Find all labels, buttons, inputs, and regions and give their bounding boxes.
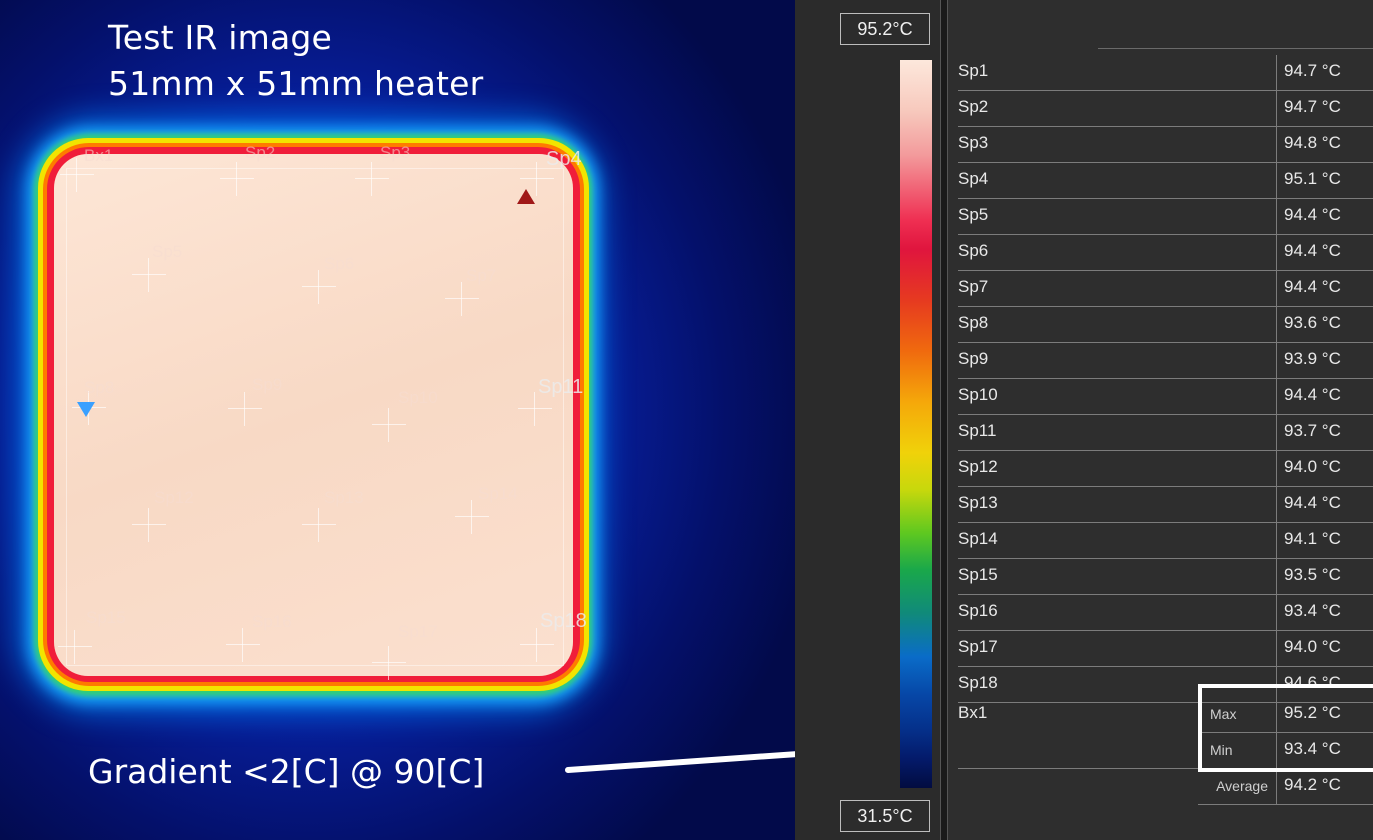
spot-value: 94.4 °C xyxy=(1284,277,1341,296)
column-separator xyxy=(1276,343,1277,379)
row-line xyxy=(1198,804,1373,805)
table-row[interactable]: Sp15 93.5 °C xyxy=(958,559,1373,595)
box-average-value: 94.2 °C xyxy=(1284,775,1341,794)
table-row[interactable]: Sp3 94.8 °C xyxy=(958,127,1373,163)
table-row[interactable]: Sp9 93.9 °C xyxy=(958,343,1373,379)
table-row[interactable]: Sp17 94.0 °C xyxy=(958,631,1373,667)
spot-value: 93.5 °C xyxy=(1284,565,1341,584)
table-row[interactable]: Sp12 94.0 °C xyxy=(958,451,1373,487)
column-separator xyxy=(1276,199,1277,235)
spot-name: Sp2 xyxy=(958,97,989,116)
spot-name: Sp6 xyxy=(958,241,989,260)
min-max-highlight-box xyxy=(1198,684,1373,772)
scale-max-value[interactable]: 95.2°C xyxy=(840,13,930,45)
column-separator xyxy=(1276,769,1277,805)
spot-name: Sp10 xyxy=(958,385,998,404)
spot-value: 93.7 °C xyxy=(1284,421,1341,440)
box-average-row[interactable]: Average 94.2 °C xyxy=(958,769,1373,805)
table-row[interactable]: Sp14 94.1 °C xyxy=(958,523,1373,559)
table-row[interactable]: Sp16 93.4 °C xyxy=(958,595,1373,631)
spot-name: Sp15 xyxy=(958,565,998,584)
panel-divider[interactable] xyxy=(940,0,948,840)
column-separator xyxy=(1276,487,1277,523)
table-row[interactable]: Sp13 94.4 °C xyxy=(958,487,1373,523)
table-row[interactable]: Sp7 94.4 °C xyxy=(958,271,1373,307)
column-separator xyxy=(1276,91,1277,127)
spot-name: Sp14 xyxy=(958,529,998,548)
color-scale-bar xyxy=(900,60,932,788)
column-separator xyxy=(1276,631,1277,667)
column-separator xyxy=(1276,415,1277,451)
column-separator xyxy=(1276,595,1277,631)
column-separator xyxy=(1276,55,1277,91)
spot-name: Sp1 xyxy=(958,61,989,80)
table-row[interactable]: Sp8 93.6 °C xyxy=(958,307,1373,343)
spot-name: Sp12 xyxy=(958,457,998,476)
table-header-line xyxy=(1098,48,1373,49)
spot-name: Sp5 xyxy=(958,205,989,224)
spot-value: 94.4 °C xyxy=(1284,385,1341,404)
spot-name: Sp17 xyxy=(958,637,998,656)
column-separator xyxy=(1276,379,1277,415)
spot-value: 94.4 °C xyxy=(1284,205,1341,224)
table-row[interactable]: Sp11 93.7 °C xyxy=(958,415,1373,451)
spot-value: 94.8 °C xyxy=(1284,133,1341,152)
spot-value: 95.1 °C xyxy=(1284,169,1341,188)
column-separator xyxy=(1276,271,1277,307)
spot-name: Sp7 xyxy=(958,277,989,296)
spot-value: 94.7 °C xyxy=(1284,61,1341,80)
spot-value: 93.9 °C xyxy=(1284,349,1341,368)
table-row[interactable]: Sp6 94.4 °C xyxy=(958,235,1373,271)
temperature-scale-panel: 95.2°C 31.5°C xyxy=(795,0,940,840)
spot-value: 94.0 °C xyxy=(1284,637,1341,656)
table-row[interactable]: Sp10 94.4 °C xyxy=(958,379,1373,415)
scale-min-value[interactable]: 31.5°C xyxy=(840,800,930,832)
column-separator xyxy=(1276,235,1277,271)
spot-value: 94.0 °C xyxy=(1284,457,1341,476)
spot-name: Sp16 xyxy=(958,601,998,620)
spot-name: Sp9 xyxy=(958,349,989,368)
spot-name: Sp18 xyxy=(958,673,998,692)
table-row[interactable]: Sp4 95.1 °C xyxy=(958,163,1373,199)
spot-value: 94.1 °C xyxy=(1284,529,1341,548)
column-separator xyxy=(1276,523,1277,559)
table-row[interactable]: Sp2 94.7 °C xyxy=(958,91,1373,127)
column-separator xyxy=(1276,163,1277,199)
spot-name: Sp3 xyxy=(958,133,989,152)
column-separator xyxy=(1276,559,1277,595)
table-row[interactable]: Sp1 94.7 °C xyxy=(958,55,1373,91)
spot-name: Sp13 xyxy=(958,493,998,512)
box-average-label: Average xyxy=(1216,778,1268,794)
spot-value: 93.6 °C xyxy=(1284,313,1341,332)
spot-value: 94.7 °C xyxy=(1284,97,1341,116)
spot-name: Sp8 xyxy=(958,313,989,332)
spot-name: Sp11 xyxy=(958,421,997,440)
table-row[interactable]: Sp5 94.4 °C xyxy=(958,199,1373,235)
column-separator xyxy=(1276,307,1277,343)
column-separator xyxy=(1276,127,1277,163)
spot-value: 93.4 °C xyxy=(1284,601,1341,620)
spot-value: 94.4 °C xyxy=(1284,493,1341,512)
spot-value: 94.4 °C xyxy=(1284,241,1341,260)
spot-name: Sp4 xyxy=(958,169,989,188)
column-separator xyxy=(1276,451,1277,487)
